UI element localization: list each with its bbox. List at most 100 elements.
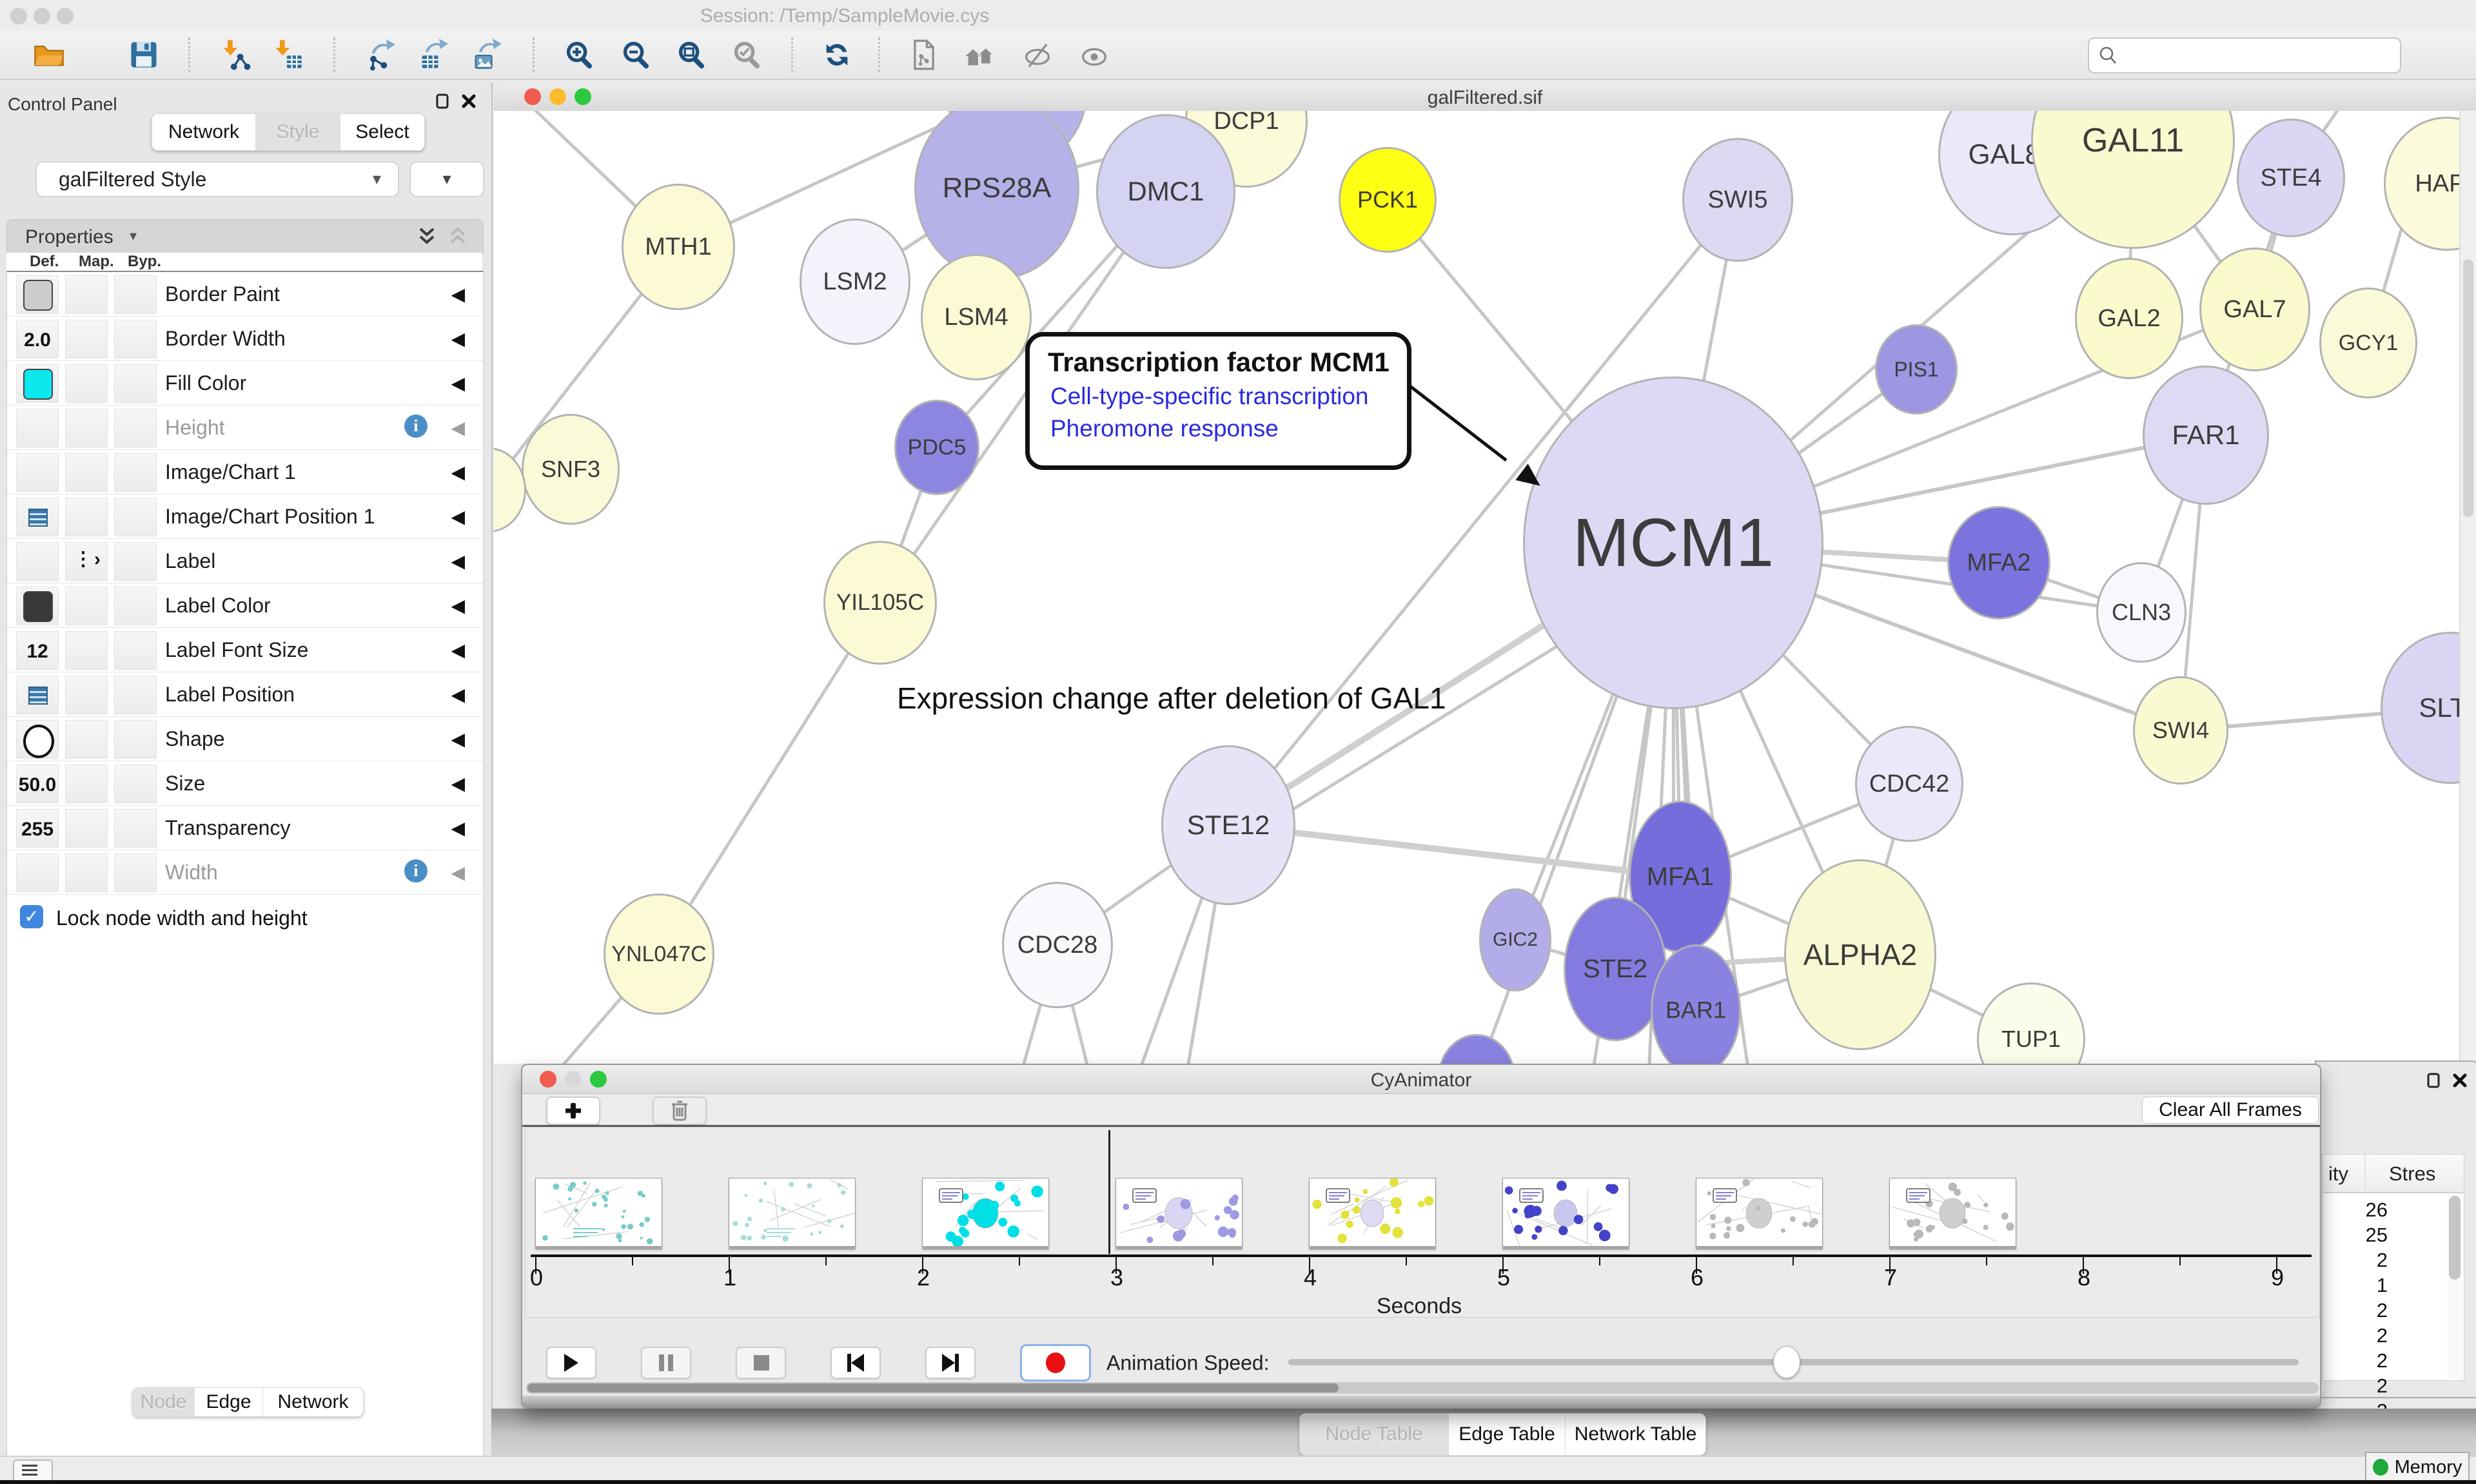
- clear-all-frames-button[interactable]: Clear All Frames: [2142, 1097, 2319, 1124]
- expand-property-icon[interactable]: ◀: [451, 595, 465, 616]
- network-window-titlebar[interactable]: galFiltered.sif: [494, 83, 2476, 112]
- mapping-cell[interactable]: [65, 587, 108, 625]
- mapping-cell[interactable]: [65, 809, 108, 848]
- expand-property-icon[interactable]: ◀: [451, 417, 465, 438]
- network-node-lsm2[interactable]: LSM2: [800, 219, 910, 345]
- network-node-swi4[interactable]: SWI4: [2133, 676, 2228, 785]
- bypass-cell[interactable]: [114, 364, 157, 403]
- bypass-cell[interactable]: [114, 320, 157, 358]
- import-network-icon[interactable]: [219, 39, 251, 71]
- default-value-cell[interactable]: [16, 275, 59, 314]
- tab-node[interactable]: Node: [133, 1388, 195, 1416]
- network-node-swi5[interactable]: SWI5: [1682, 138, 1793, 262]
- canvas-vertical-scrollbar[interactable]: [2459, 111, 2476, 1064]
- default-value-cell[interactable]: 12: [16, 631, 59, 670]
- mapping-cell[interactable]: [65, 453, 108, 492]
- bypass-cell[interactable]: [114, 854, 157, 892]
- network-node-mth1[interactable]: MTH1: [622, 184, 735, 310]
- mapping-cell[interactable]: [65, 631, 108, 670]
- property-row-border-paint[interactable]: Border Paint◀: [7, 272, 483, 317]
- property-row-transparency[interactable]: 255Transparency◀: [7, 806, 483, 850]
- close-panel-icon[interactable]: [460, 93, 477, 110]
- annotation-link[interactable]: Cell-type-specific transcription: [1050, 383, 1369, 410]
- home-neighbors-icon[interactable]: [963, 39, 996, 71]
- expand-property-icon[interactable]: ◀: [451, 684, 465, 705]
- default-value-cell[interactable]: 255: [16, 809, 59, 848]
- table-scrollbar[interactable]: [2447, 1193, 2462, 1379]
- network-node-cln3[interactable]: CLN3: [2096, 562, 2186, 663]
- property-row-shape[interactable]: Shape◀: [7, 717, 483, 761]
- property-row-label[interactable]: ⋮›Label◀: [7, 539, 483, 583]
- cyanimator-titlebar[interactable]: CyAnimator: [522, 1065, 2320, 1094]
- tab-edge-table[interactable]: Edge Table: [1449, 1414, 1566, 1455]
- search-box[interactable]: [2088, 37, 2401, 73]
- table-cell[interactable]: 2: [2323, 1374, 2388, 1398]
- table-body[interactable]: ity Stres 26252122222: [2323, 1154, 2464, 1381]
- timeline-scrollbar[interactable]: [526, 1382, 2319, 1394]
- column-header[interactable]: Stres: [2389, 1162, 2435, 1186]
- table-cell[interactable]: 26: [2323, 1198, 2388, 1222]
- mapping-cell[interactable]: [65, 854, 108, 892]
- bypass-cell[interactable]: [114, 631, 157, 670]
- play-button[interactable]: [546, 1347, 596, 1379]
- network-node-cdc42[interactable]: CDC42: [1855, 726, 1963, 842]
- property-row-size[interactable]: 50.0Size◀: [7, 761, 483, 806]
- table-cell[interactable]: 2: [2323, 1299, 2388, 1322]
- default-value-cell[interactable]: [16, 676, 59, 714]
- mapping-cell[interactable]: [65, 409, 108, 447]
- collapse-all-icon[interactable]: [447, 226, 469, 247]
- bypass-cell[interactable]: [114, 809, 157, 848]
- network-node-lsm4[interactable]: LSM4: [921, 254, 1032, 380]
- float-panel-icon[interactable]: [435, 93, 451, 110]
- timeline[interactable]: 0123456789 Seconds: [525, 1127, 2320, 1318]
- lock-checkbox[interactable]: ✓: [20, 905, 43, 928]
- mapping-cell[interactable]: ⋮›: [65, 542, 108, 581]
- table-cell[interactable]: 25: [2323, 1224, 2388, 1247]
- delete-frame-button[interactable]: [653, 1097, 707, 1125]
- stop-button[interactable]: [736, 1347, 786, 1379]
- network-node-snf3[interactable]: SNF3: [522, 414, 620, 525]
- frame-thumbnail-4[interactable]: [1309, 1178, 1436, 1247]
- frame-thumbnail-5[interactable]: [1502, 1178, 1629, 1247]
- frame-thumbnail-6[interactable]: [1696, 1178, 1823, 1247]
- default-value-cell[interactable]: [16, 364, 59, 403]
- default-value-cell[interactable]: [16, 542, 59, 581]
- network-node-pck1[interactable]: PCK1: [1339, 147, 1437, 253]
- network-node-gic2[interactable]: GIC2: [1479, 888, 1551, 991]
- expand-property-icon[interactable]: ◀: [451, 639, 465, 661]
- network-node-ste12[interactable]: STE12: [1161, 745, 1295, 905]
- skip-start-button[interactable]: [830, 1347, 881, 1379]
- bypass-cell[interactable]: [114, 676, 157, 714]
- mapping-cell[interactable]: [65, 498, 108, 536]
- style-selector[interactable]: galFiltered Style ▾: [35, 161, 399, 197]
- zoom-out-icon[interactable]: [620, 39, 653, 71]
- tab-node-table[interactable]: Node Table: [1300, 1414, 1449, 1455]
- frame-thumbnail-0[interactable]: [535, 1178, 662, 1247]
- network-node-far1[interactable]: FAR1: [2143, 366, 2269, 505]
- property-row-fill-color[interactable]: Fill Color◀: [7, 361, 483, 405]
- frame-thumbnail-2[interactable]: [922, 1178, 1049, 1247]
- property-row-image-chart-position-1[interactable]: Image/Chart Position 1◀: [7, 494, 483, 539]
- animation-speed-knob[interactable]: [1773, 1346, 1800, 1378]
- tab-edge[interactable]: Edge: [195, 1388, 263, 1416]
- export-network-icon[interactable]: [365, 39, 397, 71]
- mapping-cell[interactable]: [65, 720, 108, 759]
- expand-property-icon[interactable]: ◀: [451, 284, 465, 305]
- skip-end-button[interactable]: [925, 1347, 976, 1379]
- expand-property-icon[interactable]: ◀: [451, 862, 465, 883]
- bypass-cell[interactable]: [114, 498, 157, 536]
- network-node-ynl047c[interactable]: YNL047C: [604, 893, 714, 1015]
- bypass-cell[interactable]: [114, 720, 157, 759]
- panel-menu-button[interactable]: [13, 1460, 53, 1483]
- default-value-cell[interactable]: [16, 587, 59, 625]
- style-options-button[interactable]: ▾: [409, 161, 484, 197]
- column-header[interactable]: ity: [2328, 1162, 2348, 1186]
- expand-all-icon[interactable]: [416, 226, 438, 247]
- default-value-cell[interactable]: 2.0: [16, 320, 59, 358]
- bypass-cell[interactable]: [114, 409, 157, 447]
- bypass-cell[interactable]: [114, 587, 157, 625]
- search-input[interactable]: [2125, 41, 2392, 68]
- network-node-mcm1[interactable]: MCM1: [1523, 376, 1823, 709]
- refresh-icon[interactable]: [821, 39, 853, 71]
- info-icon[interactable]: i: [404, 415, 427, 438]
